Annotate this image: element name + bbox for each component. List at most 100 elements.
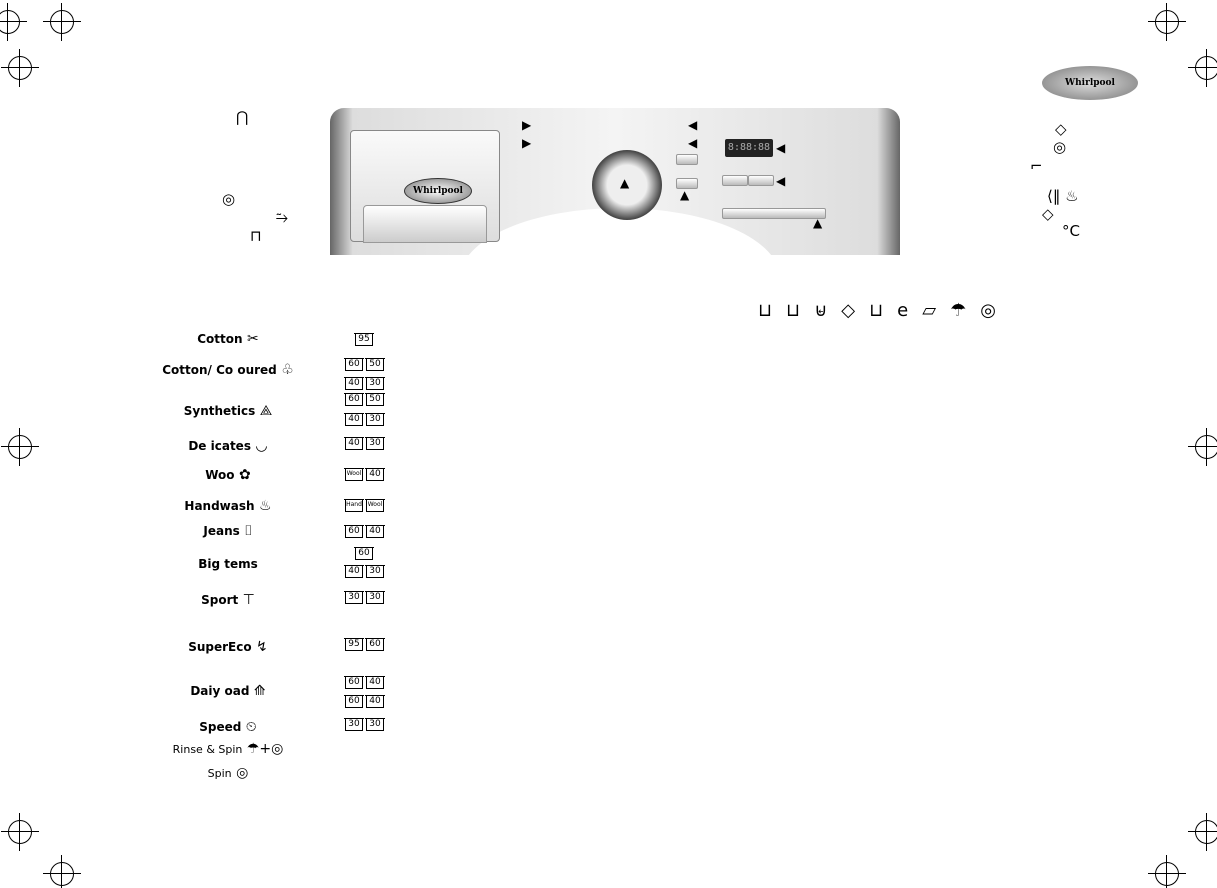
spin-icon: ◎ — [222, 190, 236, 208]
wash-temperature-symbol: 50 — [365, 358, 385, 371]
temperature-unit: °C — [1062, 222, 1080, 240]
prewash-icon: ⊔ — [758, 300, 787, 321]
lock-icon: ⊓ — [250, 227, 262, 245]
program-item: Rinse & Spin ☂+◎ — [148, 742, 308, 756]
wash-icon: ⊔ — [869, 300, 898, 321]
program-label: Big tems — [198, 557, 258, 571]
arrow-icon: ▶ — [522, 136, 532, 150]
registration-mark — [43, 855, 81, 888]
control-panel-illustration: Whirlpool ▶ ▶ ◀ ◀ ▲ 8:88:88 ◀ ◀ ▲ — [330, 108, 900, 255]
program-label: De icates — [188, 439, 251, 453]
wash-temperature-symbol: 40 — [365, 676, 385, 689]
button — [722, 175, 748, 186]
wash-temperature-symbol: 60 — [344, 393, 364, 406]
manual-page: Whirlpool ⋂ ◎ ⥲ ⊓ Whirlpool ▶ ▶ ◀ ◀ ▲ 8:… — [0, 0, 1217, 888]
wash-temperature-symbol: 40 — [344, 377, 364, 390]
registration-mark — [1188, 49, 1217, 87]
wash-temperature-symbol: Hand — [344, 499, 364, 512]
detergent-drawer: Whirlpool — [350, 130, 500, 243]
door-icon: ⋂ — [236, 108, 249, 126]
spin-icon: ◎ — [980, 300, 1010, 321]
rinse-icon: ☂ — [950, 300, 981, 321]
program-knob — [592, 150, 662, 220]
wash-phase-icons: ⊔⊔⊌◇⊔e⏥☂◎ — [758, 300, 1010, 321]
program-icon: ↯ — [251, 639, 268, 655]
drain-icon: ⥲ — [276, 208, 289, 226]
wash-temperature-symbol: 60 — [365, 638, 385, 651]
program-item: SuperEco ↯ — [148, 639, 308, 655]
registration-mark — [0, 3, 27, 41]
program-label: Jeans — [203, 524, 240, 538]
wash-temperature-symbol: 40 — [365, 468, 385, 481]
program-label: Handwash — [184, 499, 255, 513]
program-icon: ⊤ — [238, 592, 255, 608]
arrow-icon: ◀ — [776, 141, 786, 155]
delay-icon: ⟨‖ ♨ — [1047, 187, 1079, 205]
program-label: Daiy oad — [190, 684, 250, 698]
program-icon: ✂ — [242, 331, 259, 347]
program-icon: ◎ — [231, 765, 249, 781]
registration-mark — [1, 813, 39, 851]
door-icon: ⌐ — [1030, 157, 1043, 175]
wash-temperature-symbol: 30 — [365, 591, 385, 604]
arrow-icon: ◀ — [688, 136, 698, 150]
program-item: De icates ◡ — [148, 439, 308, 453]
arrow-icon: ◀ — [688, 118, 698, 132]
wash-temperature-symbol: 60 — [344, 525, 364, 538]
wash-temperature-symbol: 30 — [365, 565, 385, 578]
wash-temperature-symbol: 30 — [344, 718, 364, 731]
program-item: Spin ◎ — [148, 765, 308, 781]
registration-mark — [1188, 813, 1217, 851]
wash-temperature-symbol: 30 — [365, 718, 385, 731]
wash-temperature-symbol: Wool — [365, 499, 385, 512]
registration-mark — [1148, 855, 1186, 888]
program-item: Handwash ♨ — [148, 499, 308, 513]
program-item: Woo ✿ — [148, 467, 308, 483]
button — [676, 154, 698, 165]
program-item: Cotton ✂ — [148, 331, 308, 347]
option-buttons — [722, 208, 826, 219]
wash-temperature-symbol: 60 — [344, 358, 364, 371]
iron-icon: ⏥ — [922, 300, 951, 321]
wash-temperature-symbol: 40 — [344, 437, 364, 450]
program-label: Rinse & Spin — [172, 743, 243, 756]
program-item: Synthetics ⟁ — [148, 403, 308, 419]
program-icon: ✿ — [234, 467, 251, 483]
program-label: Speed — [199, 720, 242, 734]
program-item: Jeans ⌷ — [148, 523, 308, 539]
wash-temperature-symbol: 30 — [344, 591, 364, 604]
wash-temperature-symbol: 40 — [365, 695, 385, 708]
program-label: Woo — [205, 468, 235, 482]
registration-mark — [1188, 428, 1217, 466]
registration-mark — [1, 428, 39, 466]
arrow-icon: ▲ — [813, 216, 823, 230]
wash-temperature-symbol: 40 — [344, 565, 364, 578]
program-icon: ⟁ — [255, 403, 273, 419]
program-label: SuperEco — [188, 640, 252, 654]
brand-logo: Whirlpool — [404, 178, 472, 204]
button — [748, 175, 774, 186]
wash-temperature-symbol: 40 — [344, 413, 364, 426]
program-icon: ⌷ — [239, 523, 253, 539]
wash-temperature-symbol: 60 — [354, 547, 374, 560]
wash-temperature-symbol: 60 — [344, 695, 364, 708]
wash-temperature-symbol: Wool — [344, 468, 364, 481]
program-item: Daiy oad ⟰ — [148, 683, 308, 699]
drawer-handle — [363, 205, 487, 243]
wash-temperature-symbol: 95 — [354, 333, 374, 346]
wash-temperature-symbol: 40 — [365, 525, 385, 538]
program-label: Synthetics — [183, 404, 256, 418]
program-icon: ⟰ — [249, 683, 266, 699]
start-pause-icon: ◇ — [1055, 120, 1067, 138]
spin-icon: ◎ — [1053, 138, 1067, 156]
program-item: Speed ⏲ — [148, 719, 308, 735]
program-icon: ♧ — [276, 362, 294, 378]
digital-display: 8:88:88 — [725, 139, 773, 157]
stain-icon: ⊌ — [814, 300, 842, 321]
program-label: Cotton — [197, 332, 243, 346]
arrow-icon: ▶ — [522, 118, 532, 132]
program-icon: ⏲ — [241, 719, 257, 735]
brand-logo: Whirlpool — [1042, 66, 1138, 100]
program-item: Sport ⊤ — [148, 592, 308, 608]
arrow-icon: ▲ — [680, 188, 690, 202]
